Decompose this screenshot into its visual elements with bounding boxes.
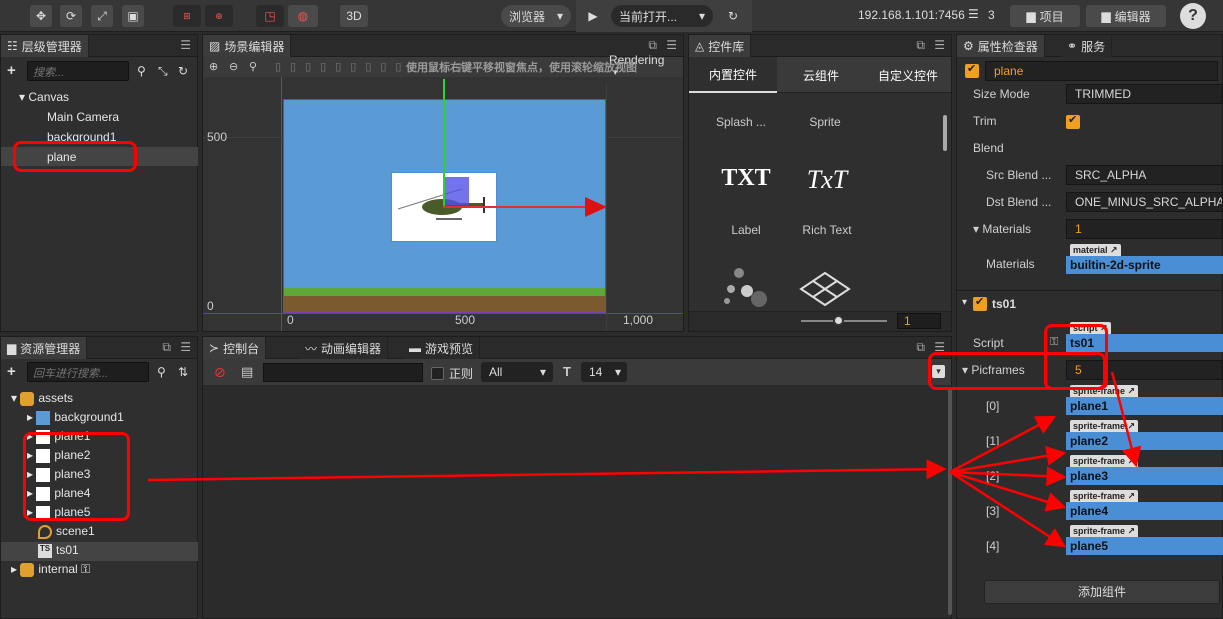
annotation-arrows <box>147 371 1142 548</box>
